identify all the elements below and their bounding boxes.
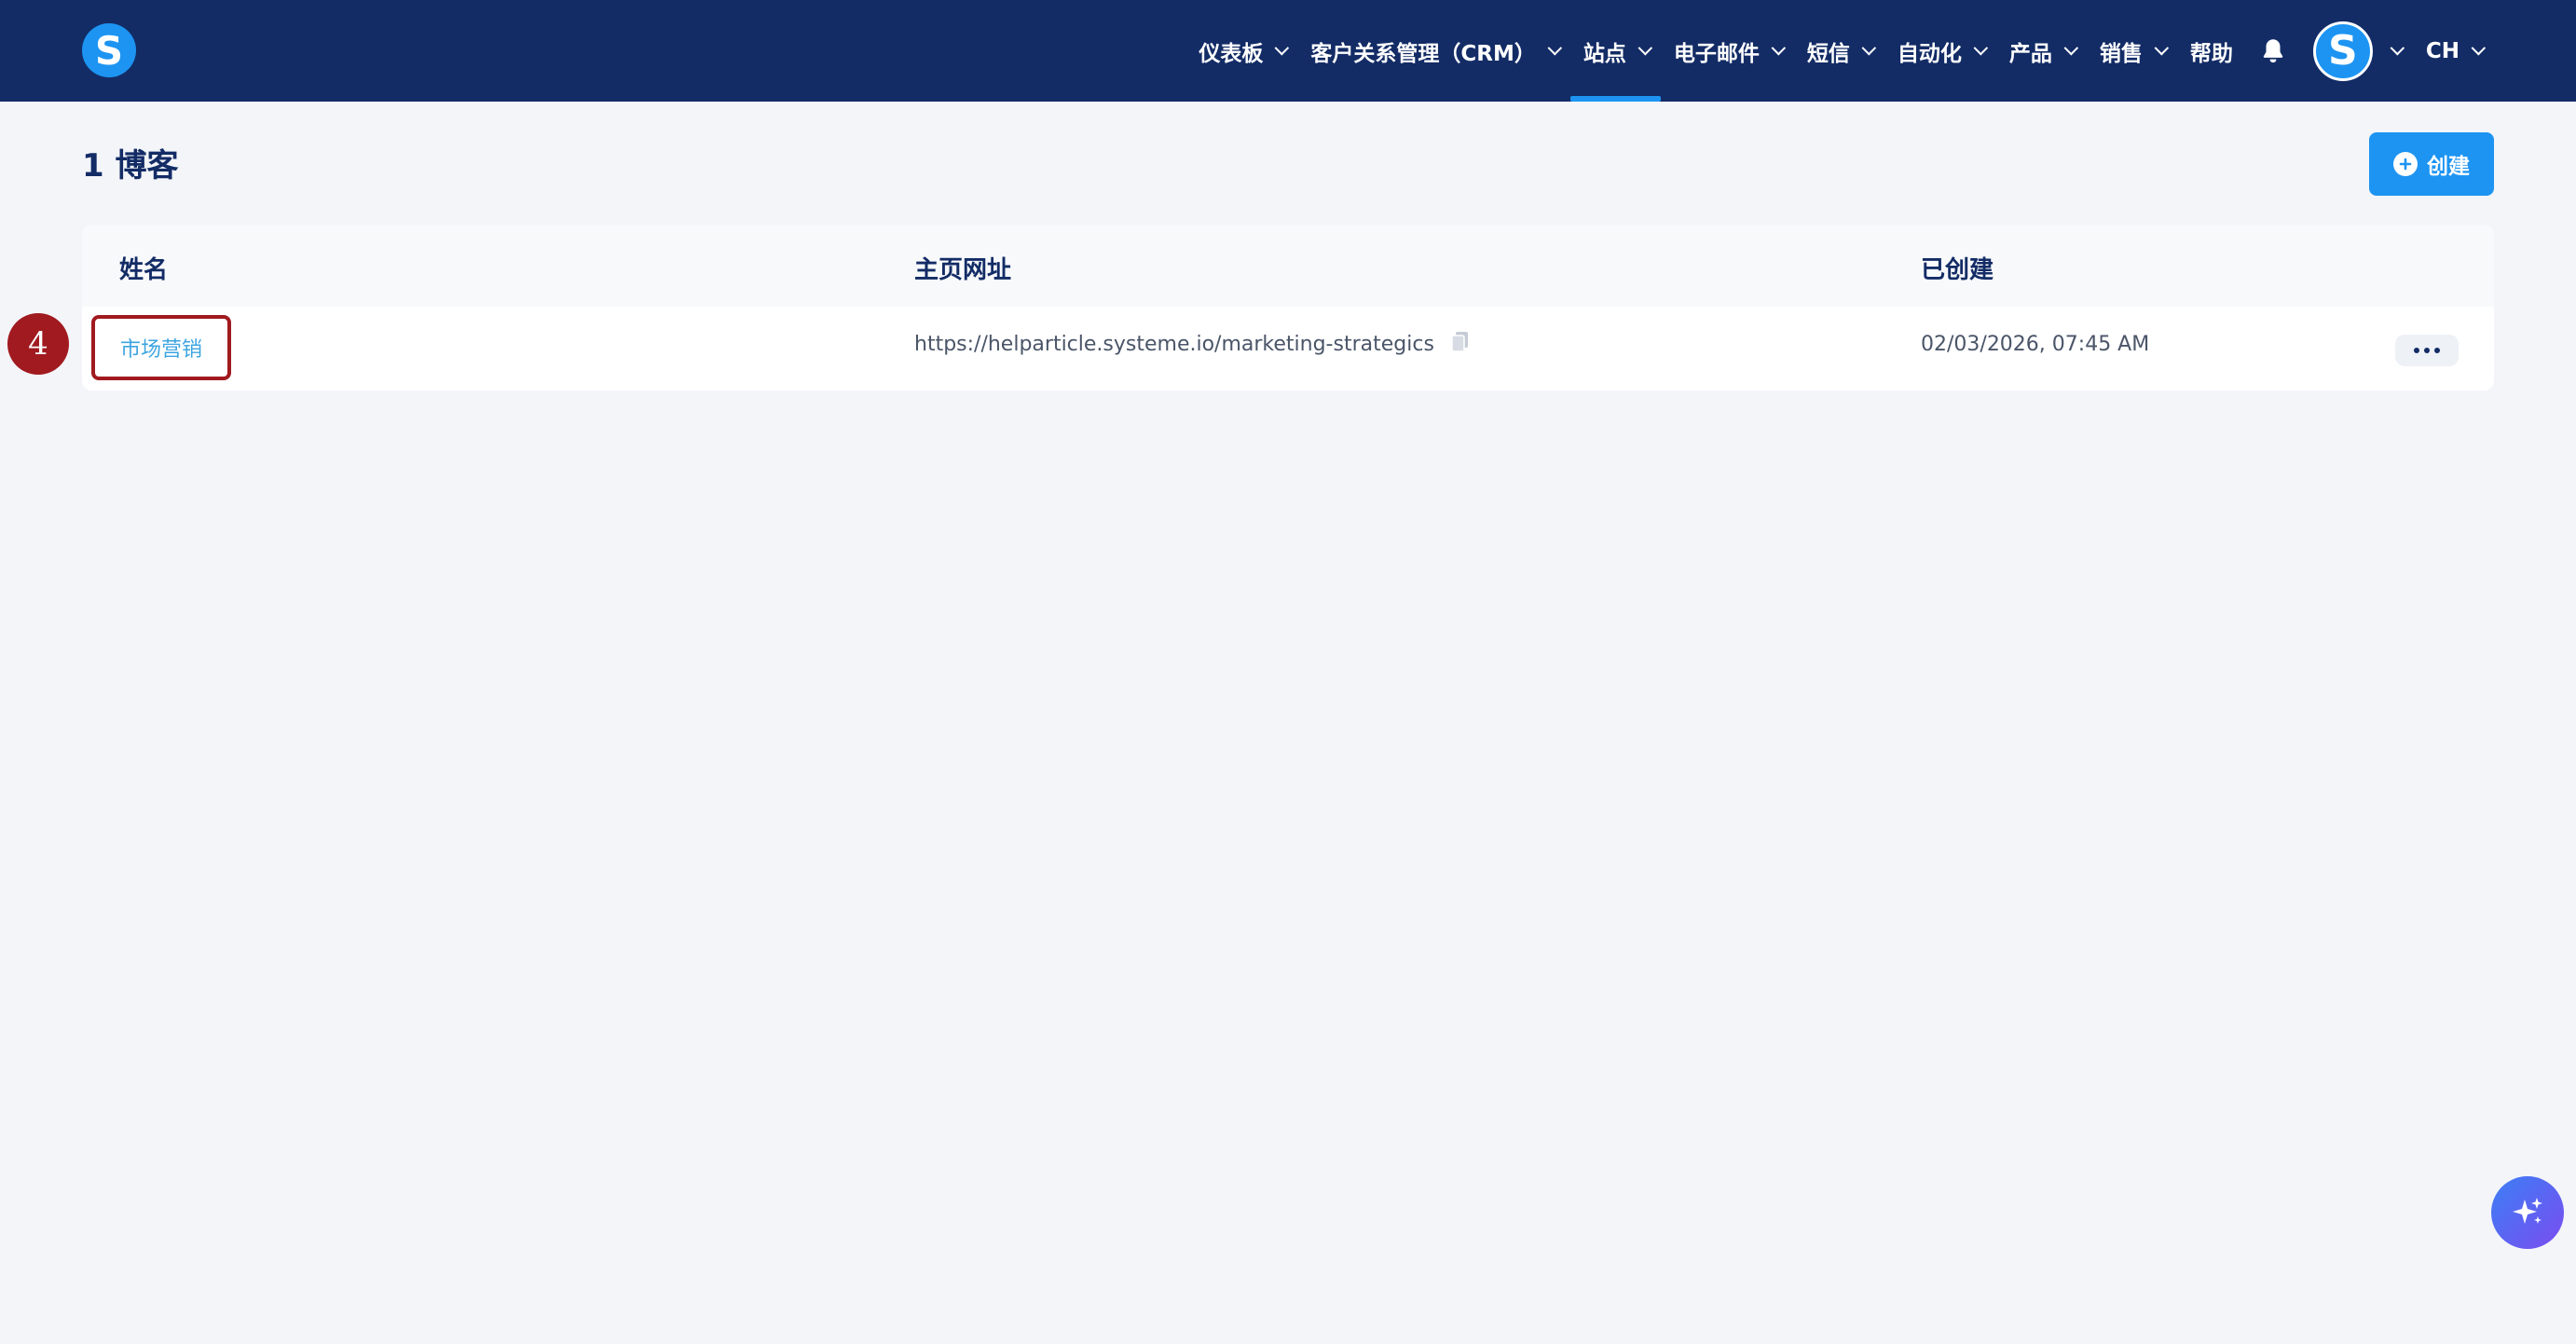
nav-products[interactable]: 产品 [1996, 0, 2087, 102]
header-url: 主页网址 [914, 256, 1012, 284]
row-actions-button[interactable] [2395, 335, 2459, 366]
nav-automation[interactable]: 自动化 [1884, 0, 1996, 102]
ellipsis-icon [2434, 348, 2440, 353]
top-navbar: S 仪表板 客户关系管理（CRM） 站点 电子邮件 短信 自动化 产品 销售 帮… [0, 0, 2576, 102]
nav-help[interactable]: 帮助 [2177, 0, 2246, 102]
ai-assistant-button[interactable] [2491, 1176, 2564, 1249]
nav-email-label: 电子邮件 [1673, 41, 1760, 66]
blog-url-cell: https://helparticle.systeme.io/marketing… [914, 331, 1470, 357]
main-nav: 仪表板 客户关系管理（CRM） 站点 电子邮件 短信 自动化 产品 销售 帮助 [1185, 0, 2494, 102]
chevron-down-icon [1973, 40, 1988, 56]
table-header: 姓名 主页网址 已创建 [82, 225, 2494, 307]
nav-crm[interactable]: 客户关系管理（CRM） [1297, 0, 1569, 102]
chevron-down-icon [2154, 40, 2169, 56]
avatar: S [2312, 21, 2373, 81]
blog-created-date: 02/03/2026, 07:45 AM [1921, 333, 2150, 356]
step-number-badge: 4 [7, 313, 69, 375]
chevron-down-icon [2390, 40, 2405, 56]
chevron-down-icon [2471, 40, 2487, 56]
bell-icon[interactable] [2259, 0, 2287, 102]
page-title: 1 博客 [82, 147, 179, 185]
blog-url: https://helparticle.systeme.io/marketing… [914, 332, 1434, 356]
chevron-down-icon [1771, 40, 1786, 56]
nav-crm-label: 客户关系管理（CRM） [1310, 41, 1536, 66]
language-selector[interactable]: CH [2413, 0, 2494, 102]
nav-sms[interactable]: 短信 [1794, 0, 1884, 102]
nav-products-label: 产品 [2008, 41, 2052, 66]
ellipsis-icon [2424, 348, 2430, 353]
chevron-down-icon [1547, 40, 1562, 56]
nav-sms-label: 短信 [1806, 41, 1850, 66]
account-menu[interactable]: S [2300, 0, 2413, 102]
nav-dashboard-label: 仪表板 [1199, 41, 1264, 66]
language-label: CH [2425, 38, 2460, 63]
chevron-down-icon [2063, 40, 2078, 56]
nav-sales[interactable]: 销售 [2087, 0, 2177, 102]
create-button-label: 创建 [2427, 155, 2470, 179]
blogs-table: 姓名 主页网址 已创建 市场营销 https://helparticle.sys… [82, 225, 2494, 391]
chevron-down-icon [1274, 40, 1290, 56]
nav-sales-label: 销售 [2099, 41, 2143, 66]
sparkles-icon [2513, 1198, 2542, 1224]
copy-icon[interactable] [1451, 331, 1470, 357]
blog-name-link[interactable]: 市场营销 [91, 315, 231, 380]
ellipsis-icon [2414, 348, 2419, 353]
plus-circle-icon [2393, 152, 2418, 176]
chevron-down-icon [1861, 40, 1876, 56]
chevron-down-icon [1637, 40, 1652, 56]
nav-automation-label: 自动化 [1897, 41, 1962, 66]
nav-email[interactable]: 电子邮件 [1661, 0, 1794, 102]
header-created: 已创建 [1921, 256, 1994, 284]
nav-sites-label: 站点 [1583, 41, 1626, 66]
nav-sites[interactable]: 站点 [1569, 0, 1661, 102]
header-name: 姓名 [119, 256, 169, 284]
create-button[interactable]: 创建 [2369, 132, 2494, 196]
nav-help-label: 帮助 [2189, 41, 2233, 66]
nav-dashboard[interactable]: 仪表板 [1185, 0, 1297, 102]
systeme-logo[interactable]: S [82, 23, 136, 77]
